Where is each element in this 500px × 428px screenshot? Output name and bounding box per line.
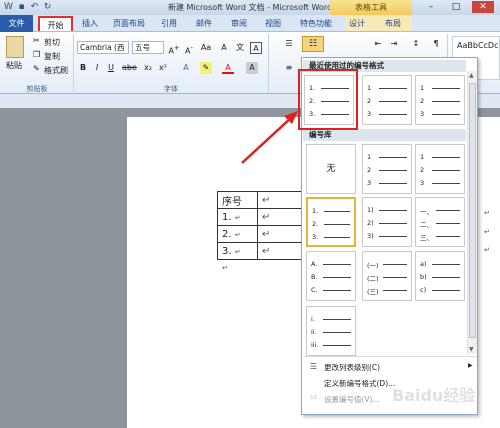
numbering-button[interactable]: ☷	[302, 36, 324, 52]
table-tools-context-label: 表格工具	[330, 0, 412, 15]
list-number: 1.	[222, 211, 232, 223]
tab-features[interactable]: 特色功能	[296, 16, 336, 31]
paragraph-mark: ↵	[484, 246, 490, 254]
underline-icon[interactable]: U	[106, 62, 116, 74]
subscript-icon[interactable]: x₂	[142, 62, 154, 74]
tab-file[interactable]: 文件	[0, 15, 33, 32]
superscript-icon[interactable]: x²	[157, 62, 169, 74]
tab-insert[interactable]: 插入	[79, 16, 101, 31]
paragraph-mark: ↵	[484, 228, 490, 236]
close-button[interactable]: ✕	[472, 1, 494, 13]
tab-layout[interactable]: 布局	[382, 16, 404, 31]
italic-icon[interactable]: I	[92, 62, 102, 74]
maximize-button[interactable]: □	[445, 1, 467, 13]
numbering-format-tile[interactable]: 1) 2) 3)	[362, 197, 412, 247]
list-number: 3.	[222, 245, 232, 257]
cut-button[interactable]: 剪切	[44, 37, 60, 48]
tab-view[interactable]: 视图	[262, 16, 284, 31]
numbering-format-tile[interactable]: (一) (二) (三)	[362, 251, 412, 301]
decrease-indent-icon[interactable]: ⇤	[372, 38, 384, 50]
font-size-combo[interactable]: 五号	[132, 41, 164, 54]
numbering-format-tile[interactable]: 1 2 3	[362, 144, 412, 194]
clipboard-group-label: 剪贴板	[26, 85, 48, 93]
table-cell[interactable]: ↵	[257, 208, 302, 226]
char-border-icon[interactable]: A	[250, 42, 262, 54]
bold-icon[interactable]: B	[78, 62, 88, 74]
numbering-format-tile-selected[interactable]: 1. 2. 3.	[306, 197, 356, 247]
table-cell-number[interactable]: 1. ↵	[217, 208, 258, 226]
paste-button[interactable]: 粘贴	[6, 60, 22, 71]
font-group-label: 字体	[164, 85, 178, 93]
tab-mailings[interactable]: 邮件	[193, 16, 215, 31]
minimize-button[interactable]: –	[420, 1, 442, 13]
table-cell[interactable]: ↵	[257, 225, 302, 243]
copy-button[interactable]: 复制	[44, 51, 60, 62]
tab-page-layout[interactable]: 页面布局	[108, 16, 150, 31]
change-list-level-item[interactable]: 更改列表级别(C)	[324, 362, 380, 373]
gallery-scrollbar[interactable]: ▲ ▼	[467, 71, 477, 354]
scrollbar-thumb[interactable]	[469, 83, 476, 338]
cut-icon[interactable]: ✂	[33, 36, 40, 45]
font-color-icon[interactable]: A	[222, 62, 234, 74]
menu-divider	[303, 356, 477, 357]
recent-format-tile[interactable]: 1 2 3	[415, 75, 465, 125]
align-left-icon[interactable]: ≡	[282, 62, 296, 74]
table-cell-number[interactable]: 3. ↵	[217, 242, 258, 260]
format-painter-icon[interactable]: ✎	[33, 64, 40, 73]
submenu-arrow-icon: ▶	[468, 362, 473, 369]
recent-format-tile[interactable]: 1 2 3	[362, 75, 412, 125]
strikethrough-icon[interactable]: abe	[122, 62, 137, 74]
title-bar: W ▪ ↶ ↻ 新建 Microsoft Word 文档 - Microsoft…	[0, 0, 500, 15]
watermark: Baidu经验	[392, 386, 476, 405]
tab-design[interactable]: 设计	[346, 16, 368, 31]
group-separator	[73, 34, 74, 92]
text-effects-icon[interactable]: A	[180, 62, 192, 74]
table-cell-number[interactable]: 2. ↵	[217, 225, 258, 243]
scroll-down-icon[interactable]: ▼	[469, 346, 474, 353]
list-number: 2.	[222, 228, 232, 240]
format-painter-button[interactable]: 格式刷	[44, 65, 68, 76]
tab-review[interactable]: 审阅	[228, 16, 250, 31]
show-marks-icon[interactable]: ¶	[430, 38, 442, 50]
numbering-library-header: 编号库	[303, 129, 466, 141]
phonetic-guide-icon[interactable]: 文	[234, 42, 246, 54]
numbering-format-tile[interactable]: 一、 二、 三、	[415, 197, 465, 247]
set-numbering-value-item[interactable]: 设置编号值(V)...	[324, 394, 380, 405]
paragraph-mark: ↵	[484, 209, 490, 217]
numbering-none-tile[interactable]: 无	[306, 144, 356, 194]
scroll-up-icon[interactable]: ▲	[469, 72, 474, 79]
tab-home[interactable]: 开始	[38, 16, 73, 31]
table-cell-header[interactable]: 序号	[217, 191, 258, 209]
annotation-highlight-box	[298, 69, 358, 130]
tab-references[interactable]: 引用	[158, 16, 180, 31]
paste-icon[interactable]	[6, 36, 24, 58]
set-value-icon: ¹²	[310, 394, 317, 403]
clear-format-icon[interactable]: A	[218, 42, 230, 54]
font-name-combo[interactable]: Cambria (西	[77, 41, 129, 54]
numbering-format-tile[interactable]: i. ii. iii.	[306, 306, 356, 356]
grow-font-icon[interactable]: A+	[168, 42, 180, 56]
shrink-font-icon[interactable]: A-	[183, 42, 195, 56]
change-case-icon[interactable]: Aa	[200, 42, 212, 54]
paragraph-mark: ↵	[222, 264, 228, 272]
group-separator	[268, 34, 269, 92]
char-shading-icon[interactable]: A	[246, 62, 258, 74]
ribbon-tabs: 文件 开始 插入 页面布局 引用 邮件 审阅 视图 特色功能 设计 布局	[0, 15, 500, 32]
sort-icon[interactable]: ↕	[410, 38, 422, 50]
table-cell[interactable]: ↵	[257, 242, 302, 260]
define-new-format-item[interactable]: 定义新编号格式(D)...	[324, 378, 395, 389]
numbering-format-tile[interactable]: a) b) c)	[415, 251, 465, 301]
highlight-icon[interactable]: ✎	[200, 62, 212, 74]
style-sample[interactable]: AaBbCcDc	[457, 41, 498, 50]
bullets-icon[interactable]: ☰	[282, 38, 296, 50]
increase-indent-icon[interactable]: ⇥	[388, 38, 400, 50]
table-cell[interactable]: ↵	[257, 191, 302, 209]
change-list-level-icon: ☰	[309, 362, 318, 371]
numbering-format-tile[interactable]: A. B. C.	[306, 251, 356, 301]
numbering-format-tile[interactable]: 1 2 3	[415, 144, 465, 194]
copy-icon[interactable]: ❐	[33, 50, 40, 59]
